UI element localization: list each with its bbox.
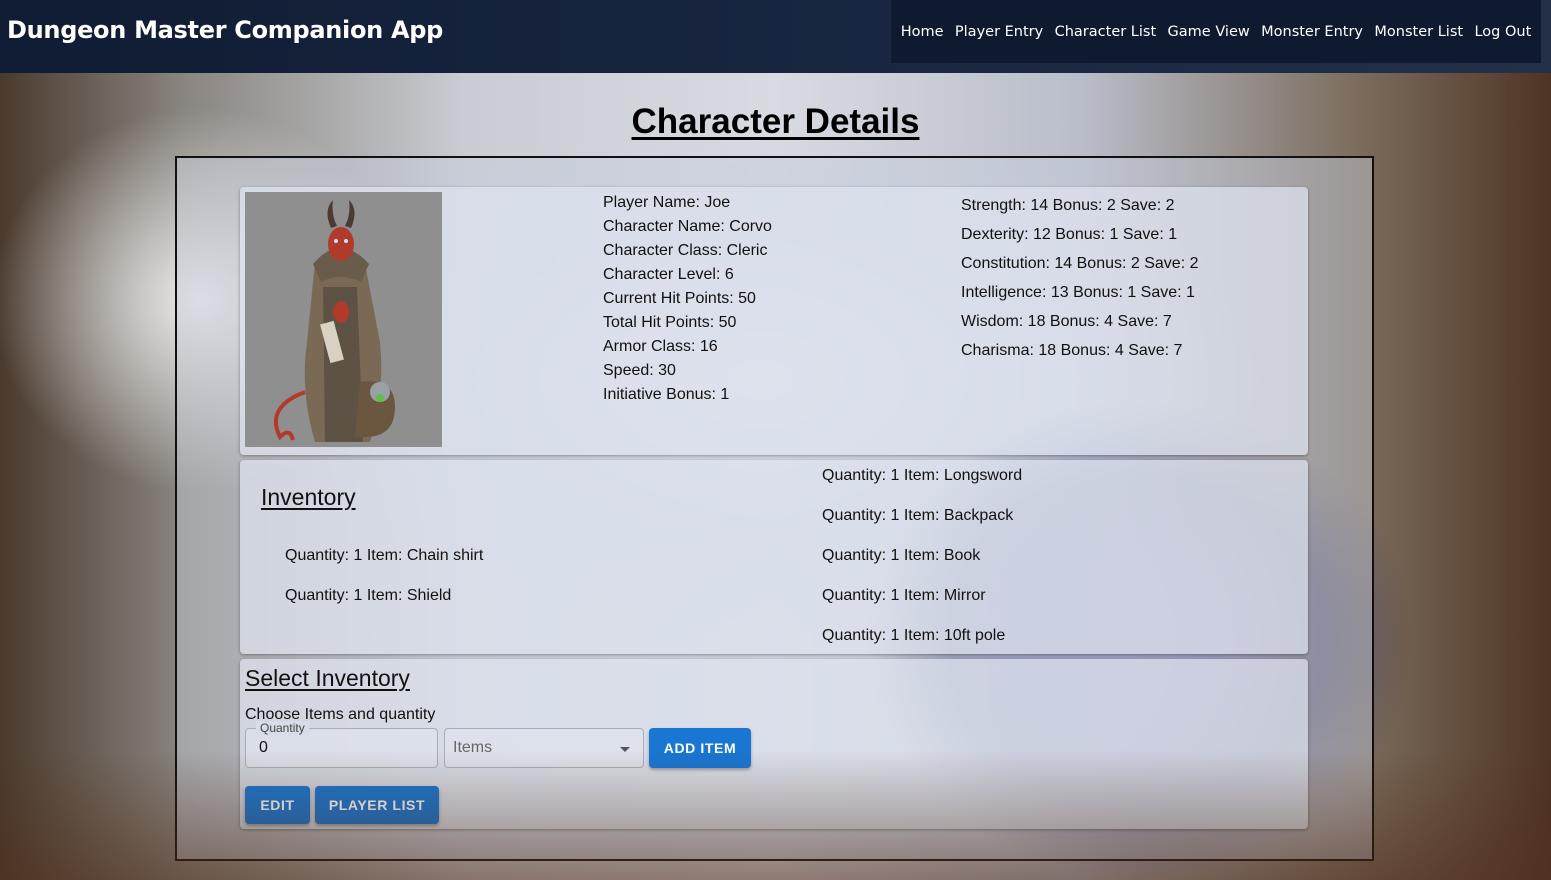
nav-character-list[interactable]: Character List — [1055, 24, 1157, 40]
inventory-item: Quantity: 1 Item: Mirror — [822, 587, 986, 604]
player-list-button[interactable]: PLAYER LIST — [315, 786, 439, 824]
edit-button[interactable]: EDIT — [245, 786, 310, 824]
character-details-card: Player Name: Joe Character Name: Corvo C… — [240, 187, 1308, 455]
quantity-label: Quantity — [256, 721, 309, 735]
inventory-list-right: Quantity: 1 Item: Longsword Quantity: 1 … — [822, 466, 1022, 666]
inventory-item: Quantity: 1 Item: Book — [822, 547, 981, 564]
intelligence-stat: Intelligence: 13 Bonus: 1 Save: 1 — [961, 284, 1195, 301]
inventory-title: Inventory — [261, 484, 356, 510]
nav-game-view[interactable]: Game View — [1168, 24, 1250, 40]
character-basic-info: Player Name: Joe Character Name: Corvo C… — [603, 191, 772, 407]
page-title: Character Details — [631, 102, 920, 141]
nav-home[interactable]: Home — [901, 24, 944, 40]
nav-player-entry[interactable]: Player Entry — [955, 24, 1043, 40]
armor-class: Armor Class: 16 — [603, 338, 718, 355]
inventory-item: Quantity: 1 Item: Longsword — [822, 467, 1023, 484]
items-select[interactable]: Items — [444, 728, 644, 768]
character-level: Character Level: 6 — [603, 266, 734, 283]
top-bar: Dungeon Master Companion App Home Player… — [0, 0, 1551, 73]
player-name: Player Name: Joe — [603, 194, 731, 211]
nav-monster-list[interactable]: Monster List — [1374, 24, 1463, 40]
dexterity-stat: Dexterity: 12 Bonus: 1 Save: 1 — [961, 226, 1178, 243]
character-name: Character Name: Corvo — [603, 218, 772, 235]
inventory-list-left: Quantity: 1 Item: Chain shirt Quantity: … — [285, 546, 483, 626]
inventory-item: Quantity: 1 Item: Chain shirt — [285, 547, 484, 564]
nav-monster-entry[interactable]: Monster Entry — [1261, 24, 1363, 40]
nav-menu: Home Player Entry Character List Game Vi… — [891, 0, 1541, 63]
inventory-item: Quantity: 1 Item: Backpack — [822, 507, 1014, 524]
inventory-item: Quantity: 1 Item: Shield — [285, 587, 452, 604]
total-hit-points: Total Hit Points: 50 — [603, 314, 737, 331]
inventory-card: Inventory Quantity: 1 Item: Chain shirt … — [240, 460, 1308, 654]
initiative-bonus: Initiative Bonus: 1 — [603, 386, 730, 403]
character-class: Character Class: Cleric — [603, 242, 768, 259]
add-item-button[interactable]: ADD ITEM — [649, 728, 751, 768]
select-inventory-title: Select Inventory — [245, 665, 410, 691]
ability-scores: Strength: 14 Bonus: 2 Save: 2 Dexterity:… — [961, 191, 1198, 365]
items-placeholder: Items — [453, 739, 493, 756]
quantity-value[interactable]: 0 — [259, 739, 268, 757]
select-inventory-card: Select Inventory Choose Items and quanti… — [240, 659, 1308, 829]
current-hit-points: Current Hit Points: 50 — [603, 290, 756, 307]
constitution-stat: Constitution: 14 Bonus: 2 Save: 2 — [961, 255, 1199, 272]
speed: Speed: 30 — [603, 362, 676, 379]
quantity-input[interactable]: Quantity 0 — [245, 721, 438, 768]
strength-stat: Strength: 14 Bonus: 2 Save: 2 — [961, 197, 1175, 214]
character-portrait — [245, 192, 442, 447]
wisdom-stat: Wisdom: 18 Bonus: 4 Save: 7 — [961, 313, 1172, 330]
charisma-stat: Charisma: 18 Bonus: 4 Save: 7 — [961, 342, 1183, 359]
nav-log-out[interactable]: Log Out — [1474, 24, 1531, 40]
app-title[interactable]: Dungeon Master Companion App — [7, 16, 443, 44]
chevron-down-icon[interactable] — [620, 747, 630, 752]
